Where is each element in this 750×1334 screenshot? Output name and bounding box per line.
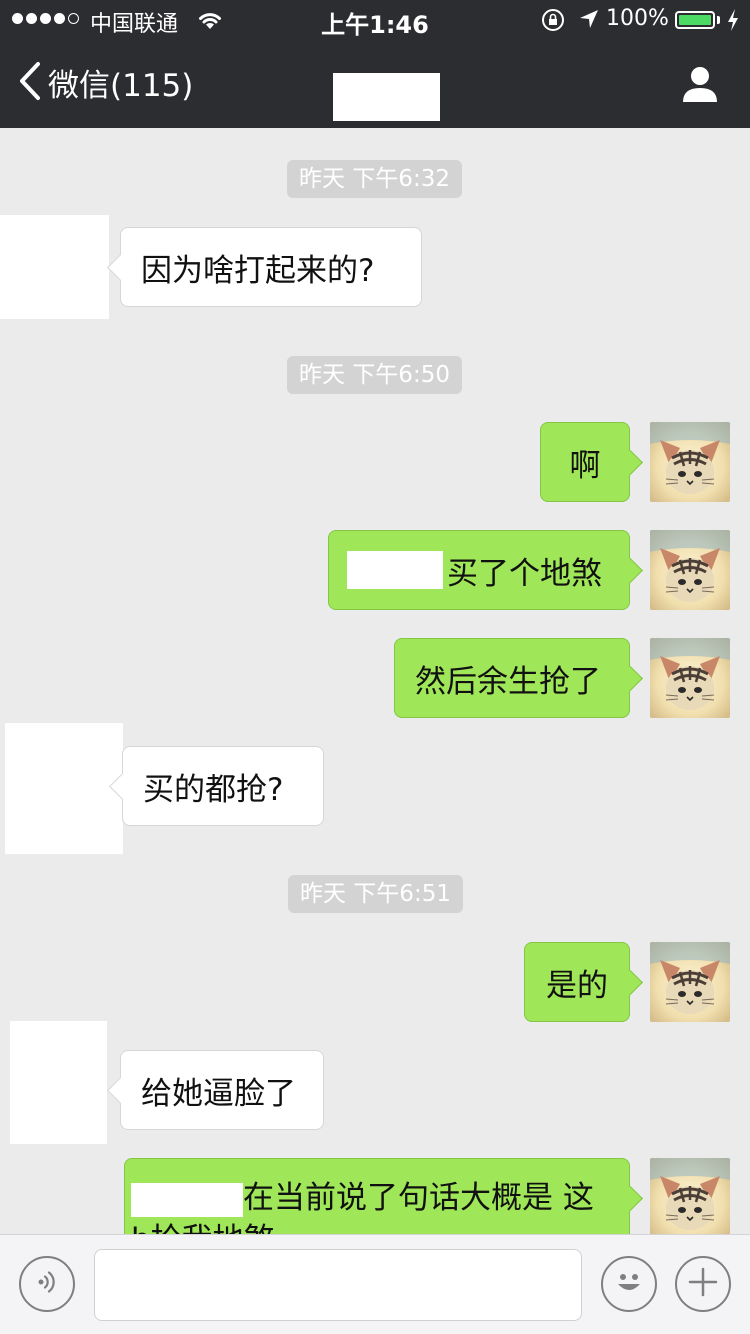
cat-avatar-art [650,1158,730,1230]
user-avatar[interactable] [650,638,730,718]
cat-avatar-art [650,422,730,494]
user-avatar[interactable] [650,942,730,1022]
input-bar [0,1234,750,1334]
incoming-message[interactable]: 给她逼脸了 [120,1050,324,1130]
charging-icon [726,8,740,38]
timestamp: 昨天 下午6:32 [287,160,462,198]
more-button[interactable] [675,1256,731,1312]
battery-percentage: 100% [606,6,669,31]
contact-avatar[interactable] [0,215,109,319]
user-avatar[interactable] [650,1158,730,1234]
emoji-button[interactable] [601,1256,657,1312]
user-avatar[interactable] [650,422,730,502]
outgoing-message[interactable]: 是的 [524,942,630,1022]
timestamp: 昨天 下午6:50 [287,356,462,394]
rotation-lock-icon [541,8,565,38]
chevron-left-icon [18,61,42,105]
message-input[interactable] [94,1249,582,1321]
voice-button[interactable] [19,1256,75,1312]
chat-area[interactable]: 昨天 下午6:32 因为啥打起来的? 昨天 下午6:50 啊 买了个地煞 然后余… [0,128,750,1234]
user-avatar[interactable] [650,530,730,610]
chat-info-button[interactable] [680,64,720,108]
outgoing-message[interactable]: 然后余生抢了 [394,638,630,718]
redacted-text [131,1182,243,1217]
timestamp: 昨天 下午6:51 [288,875,463,913]
plus-icon [687,1266,719,1302]
outgoing-message[interactable]: 啊 [540,422,630,502]
outgoing-message[interactable]: 买了个地煞 [328,530,630,610]
cat-avatar-art [650,638,730,710]
incoming-message[interactable]: 买的都抢? [122,746,324,826]
smiley-icon [609,1262,649,1306]
outgoing-message[interactable]: 在当前说了句话大概是 这b抢我地煞 [124,1158,630,1234]
navigation-bar: 微信(115) [0,40,750,128]
incoming-message[interactable]: 因为啥打起来的? [120,227,422,307]
location-arrow-icon [578,8,600,36]
top-bar: 中国联通 上午1:46 100% 微信(115) [0,0,750,128]
battery-icon [675,11,715,29]
voice-icon [32,1267,62,1301]
status-bar: 中国联通 上午1:46 100% [0,0,750,40]
back-button[interactable]: 微信(115) [18,60,193,105]
back-label: 微信(115) [48,68,194,104]
redacted-text [347,551,443,589]
contact-avatar[interactable] [10,1021,107,1144]
chat-title-redacted [333,73,440,121]
cat-avatar-art [650,942,730,1014]
person-icon [680,67,720,108]
contact-avatar[interactable] [5,723,123,854]
cat-avatar-art [650,530,730,602]
